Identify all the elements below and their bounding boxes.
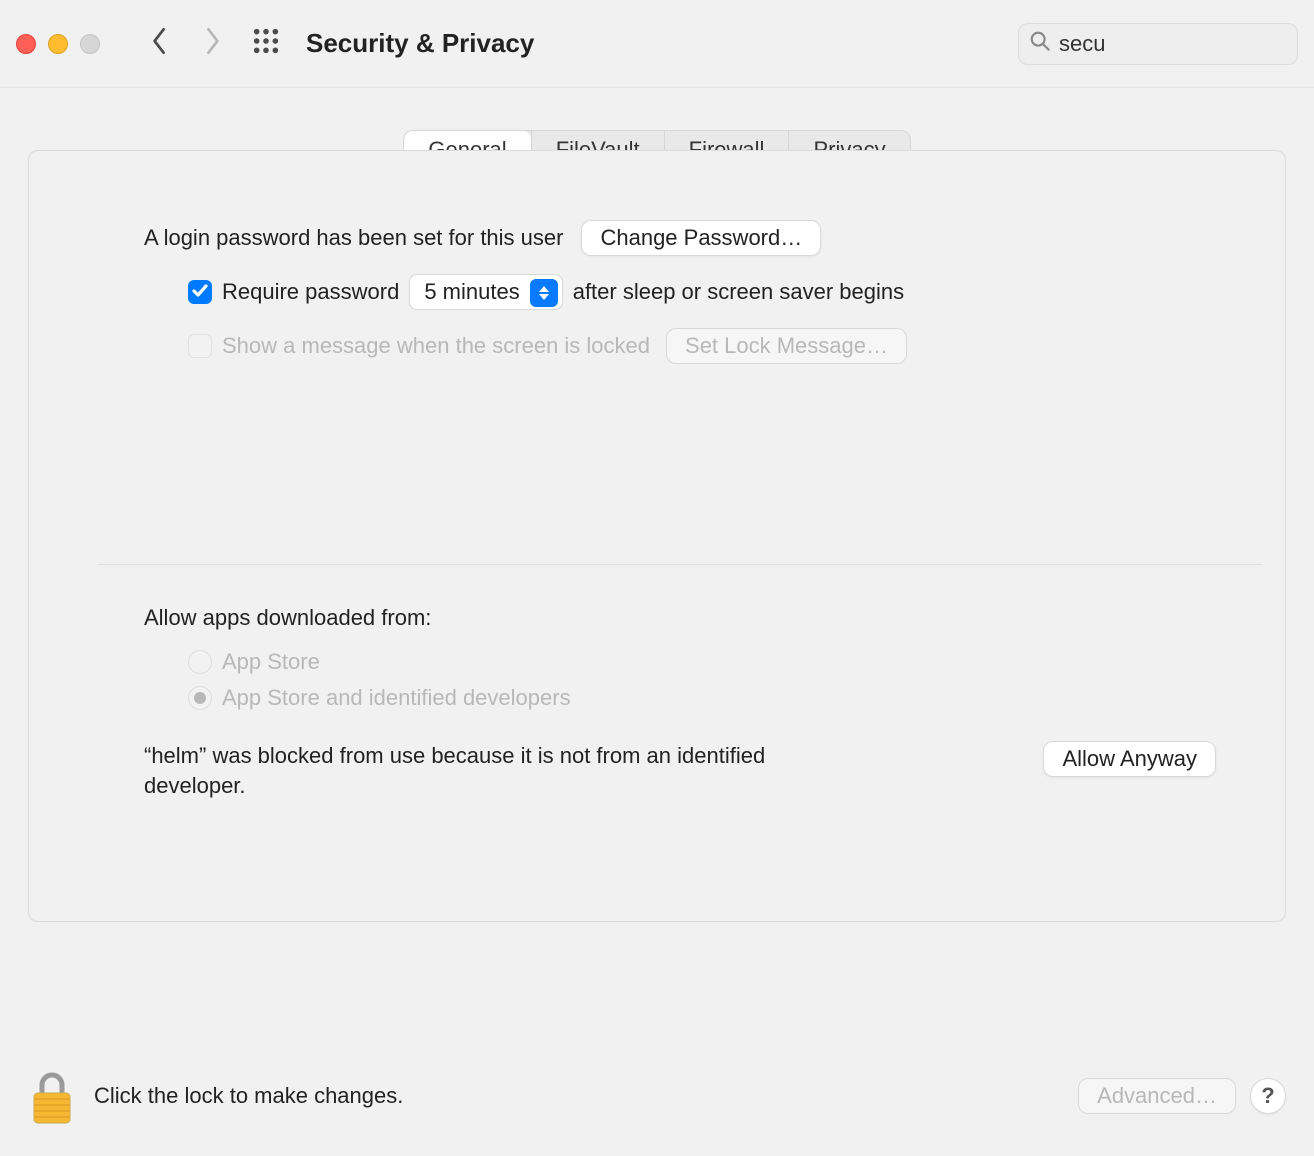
- radio-row-identified: App Store and identified developers: [188, 685, 1216, 711]
- show-lock-message-label: Show a message when the screen is locked: [222, 333, 650, 359]
- forward-button[interactable]: [190, 22, 234, 66]
- minimize-window-button[interactable]: [48, 34, 68, 54]
- allow-anyway-button[interactable]: Allow Anyway: [1043, 741, 1216, 777]
- grid-icon: [252, 27, 280, 61]
- show-all-preferences-button[interactable]: [244, 22, 288, 66]
- chevron-left-icon: [151, 27, 169, 61]
- change-password-button[interactable]: Change Password…: [581, 220, 821, 256]
- help-button[interactable]: ?: [1250, 1078, 1286, 1114]
- toolbar: Security & Privacy: [0, 0, 1314, 88]
- login-password-row: A login password has been set for this u…: [144, 220, 1216, 256]
- require-password-delay-value: 5 minutes: [424, 279, 519, 305]
- lock-hint-label: Click the lock to make changes.: [94, 1083, 403, 1109]
- zoom-window-button[interactable]: [80, 34, 100, 54]
- radio-identified: [188, 686, 212, 710]
- require-password-label-pre: Require password: [222, 279, 399, 305]
- back-button[interactable]: [138, 22, 182, 66]
- show-lock-message-checkbox: [188, 334, 212, 358]
- radio-appstore-label: App Store: [222, 649, 320, 675]
- require-password-checkbox[interactable]: [188, 280, 212, 304]
- checkmark-icon: [192, 279, 208, 305]
- radio-row-appstore: App Store: [188, 649, 1216, 675]
- updown-stepper-icon: [530, 279, 558, 307]
- require-password-delay-select[interactable]: 5 minutes: [409, 274, 562, 310]
- require-password-row: Require password 5 minutes after sleep o…: [188, 274, 1216, 310]
- search-input[interactable]: [1059, 31, 1314, 57]
- blocked-app-row: “helm” was blocked from use because it i…: [144, 741, 1216, 800]
- general-tab-content: A login password has been set for this u…: [28, 150, 1286, 922]
- search-field-wrap: [1018, 23, 1298, 65]
- chevron-right-icon: [203, 27, 221, 61]
- footer: Click the lock to make changes. Advanced…: [0, 1036, 1314, 1156]
- close-window-button[interactable]: [16, 34, 36, 54]
- set-lock-message-button: Set Lock Message…: [666, 328, 907, 364]
- login-password-label: A login password has been set for this u…: [144, 225, 563, 251]
- lock-icon[interactable]: [28, 1067, 76, 1125]
- window-title: Security & Privacy: [306, 28, 534, 59]
- allow-apps-heading: Allow apps downloaded from:: [144, 605, 431, 631]
- search-icon: [1029, 30, 1051, 58]
- radio-appstore: [188, 650, 212, 674]
- advanced-button: Advanced…: [1078, 1078, 1236, 1114]
- blocked-app-message: “helm” was blocked from use because it i…: [144, 741, 784, 800]
- window-controls: [16, 34, 100, 54]
- radio-identified-label: App Store and identified developers: [222, 685, 571, 711]
- show-lock-message-row: Show a message when the screen is locked…: [188, 328, 1216, 364]
- require-password-label-post: after sleep or screen saver begins: [573, 279, 904, 305]
- allow-apps-heading-row: Allow apps downloaded from:: [144, 605, 1216, 631]
- section-divider: [98, 564, 1262, 565]
